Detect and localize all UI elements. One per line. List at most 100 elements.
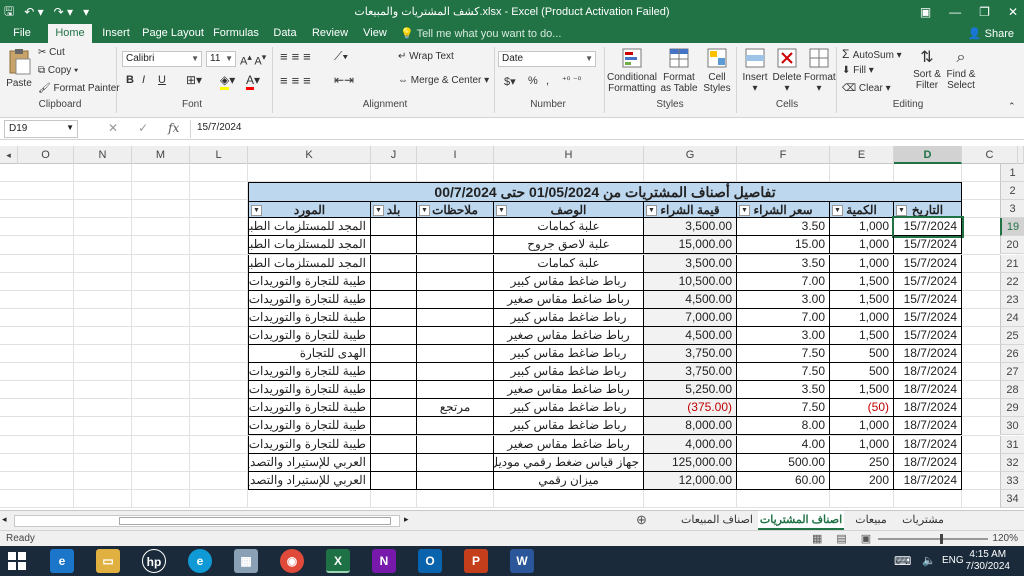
cell-description[interactable]: رباط ضاغط مقاس صغير — [494, 327, 644, 345]
conditional-formatting-button[interactable]: Conditional Formatting — [606, 47, 658, 94]
cell-supplier[interactable]: الهدى للتجارة — [248, 345, 371, 363]
filter-dropdown-icon[interactable]: ▼ — [896, 205, 907, 216]
cell-value[interactable]: 8,000.00 — [644, 417, 737, 435]
header-supplier[interactable]: المورد ▼ — [248, 202, 371, 218]
row-header-32[interactable]: 32 — [1000, 454, 1024, 472]
system-clock[interactable]: 4:15 AM 7/30/2024 — [966, 549, 1011, 573]
tab-formulas[interactable]: Formulas — [210, 24, 262, 43]
cell-qty[interactable]: 250 — [830, 454, 894, 472]
word-icon[interactable]: W — [510, 549, 534, 573]
horizontal-scrollbar[interactable] — [14, 515, 400, 527]
cell-qty[interactable]: 1,000 — [830, 417, 894, 435]
cell-notes[interactable] — [417, 381, 494, 399]
borders-icon[interactable]: ⊞▾ — [186, 73, 202, 87]
column-header-k[interactable]: K — [248, 146, 371, 164]
hp-icon[interactable]: hp — [142, 549, 166, 573]
filter-dropdown-icon[interactable]: ▼ — [419, 205, 430, 216]
clear-button[interactable]: ⌫ Clear ▾ — [842, 83, 891, 94]
cell-supplier[interactable]: طيبة للتجارة والتوريدات — [248, 436, 371, 454]
tab-insert[interactable]: Insert — [96, 24, 136, 43]
header-purchase-value[interactable]: قيمة الشراء ▼ — [644, 202, 737, 218]
cell-date[interactable]: 15/7/2024 — [894, 236, 962, 254]
cell-country[interactable] — [371, 381, 417, 399]
cell-price[interactable]: 7.50 — [737, 399, 830, 417]
header-quantity[interactable]: الكمية ▼ — [830, 202, 894, 218]
row-header-30[interactable]: 30 — [1000, 417, 1024, 435]
close-button[interactable]: ✕ — [1008, 5, 1018, 19]
cell-price[interactable]: 7.00 — [737, 309, 830, 327]
cell-supplier[interactable]: المجد للمستلزمات الطبيه — [248, 218, 371, 236]
cell-country[interactable] — [371, 472, 417, 490]
cell-description[interactable]: رباط ضاغط مقاس صغير — [494, 436, 644, 454]
cell-supplier[interactable]: طيبة للتجارة والتوريدات — [248, 309, 371, 327]
zoom-level[interactable]: 120% — [992, 533, 1018, 544]
cell-notes[interactable] — [417, 236, 494, 254]
decimal-icons[interactable]: ⁺⁰ ⁻⁰ — [562, 75, 581, 86]
restore-button[interactable]: ❐ — [979, 5, 990, 19]
column-header-h[interactable]: H — [494, 146, 644, 164]
cell-value[interactable]: 3,750.00 — [644, 345, 737, 363]
header-country[interactable]: بلد ▼ — [371, 202, 417, 218]
row-header-21[interactable]: 21 — [1000, 255, 1024, 273]
tell-me-box[interactable]: 💡 Tell me what you want to do... — [400, 27, 561, 40]
delete-cells-button[interactable]: Delete ▾ — [772, 47, 802, 94]
cell-qty[interactable]: 1,500 — [830, 327, 894, 345]
cell-country[interactable] — [371, 218, 417, 236]
cell-price[interactable]: 7.00 — [737, 273, 830, 291]
name-box[interactable]: D19 ▼ — [4, 120, 78, 138]
cell-value[interactable]: 3,500.00 — [644, 255, 737, 273]
cell-country[interactable] — [371, 273, 417, 291]
column-header-j[interactable]: J — [371, 146, 417, 164]
cell-notes[interactable] — [417, 218, 494, 236]
cell-price[interactable]: 7.50 — [737, 363, 830, 381]
cell-supplier[interactable]: العربي للإستيراد والتصدير — [248, 454, 371, 472]
enter-icon[interactable]: ✓ — [138, 121, 148, 135]
scroll-right-icon[interactable]: ▸ — [404, 514, 409, 525]
cell-price[interactable]: 7.50 — [737, 345, 830, 363]
cell-notes[interactable] — [417, 454, 494, 472]
zoom-slider[interactable] — [878, 534, 988, 544]
tab-review[interactable]: Review — [308, 24, 352, 43]
cell-country[interactable] — [371, 255, 417, 273]
fill-color-icon[interactable]: ◈▾ — [220, 73, 235, 90]
row-header-3[interactable]: 3 — [1000, 200, 1024, 218]
cell-price[interactable]: 8.00 — [737, 417, 830, 435]
cell-notes[interactable] — [417, 273, 494, 291]
row-header-24[interactable]: 24 — [1000, 309, 1024, 327]
cell-date[interactable]: 18/7/2024 — [894, 454, 962, 472]
cell-notes[interactable] — [417, 363, 494, 381]
collapse-ribbon-icon[interactable]: ⌃ — [1008, 101, 1016, 112]
cell-country[interactable] — [371, 363, 417, 381]
cell-country[interactable] — [371, 345, 417, 363]
windows-start-icon[interactable] — [8, 552, 26, 570]
cell-supplier[interactable]: طيبة للتجارة والتوريدات — [248, 363, 371, 381]
cell-qty[interactable]: 1,000 — [830, 218, 894, 236]
header-notes[interactable]: ملاحظات ▼ — [417, 202, 494, 218]
cell-date[interactable]: 15/7/2024 — [894, 309, 962, 327]
row-header-23[interactable]: 23 — [1000, 291, 1024, 309]
comma-button[interactable]: , — [546, 75, 549, 87]
format-painter-button[interactable]: 🖌 Format Painter — [38, 83, 120, 94]
cell-price[interactable]: 3.50 — [737, 381, 830, 399]
sheet-tab-2[interactable]: اصناف المشتريات — [758, 511, 844, 530]
orientation-icon[interactable]: ⟋▾ — [334, 49, 348, 64]
cell-date[interactable]: 18/7/2024 — [894, 345, 962, 363]
cell-price[interactable]: 3.00 — [737, 291, 830, 309]
filter-dropdown-icon[interactable]: ▼ — [251, 205, 262, 216]
bold-button[interactable]: B — [126, 74, 134, 86]
cell-country[interactable] — [371, 436, 417, 454]
fill-button[interactable]: ⬇ Fill ▾ — [842, 65, 874, 76]
sheet-tab-1[interactable]: اصناف المبيعات — [680, 511, 754, 530]
cell-supplier[interactable]: طيبة للتجارة والتوريدات — [248, 381, 371, 399]
cell-notes[interactable]: مرتجع — [417, 399, 494, 417]
cell-date[interactable]: 15/7/2024 — [894, 273, 962, 291]
file-explorer-icon[interactable]: ▭ — [96, 549, 120, 573]
row-header-1[interactable]: 1 — [1000, 164, 1024, 182]
row-header-27[interactable]: 27 — [1000, 363, 1024, 381]
cell-value[interactable]: 4,500.00 — [644, 327, 737, 345]
cell-date[interactable]: 15/7/2024 — [894, 291, 962, 309]
cell-date[interactable]: 18/7/2024 — [894, 399, 962, 417]
cell-description[interactable]: رباط ضاغط مقاس كبير — [494, 417, 644, 435]
cell-qty[interactable]: 1,500 — [830, 273, 894, 291]
cell-value[interactable]: 125,000.00 — [644, 454, 737, 472]
